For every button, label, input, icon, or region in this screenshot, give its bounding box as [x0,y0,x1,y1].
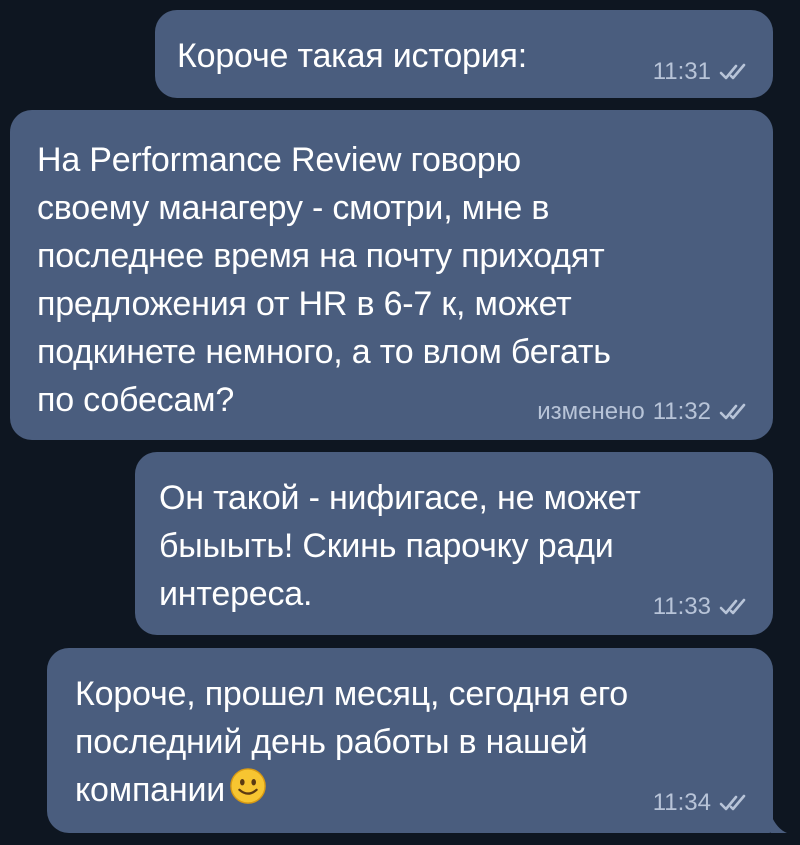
slightly-smiling-face-emoji [230,768,266,804]
message-meta: 11:33 [653,593,751,621]
message-time: 11:34 [652,789,711,816]
message-bubble[interactable]: Он такой - нифигасе, не может быыыть! Ск… [135,452,773,635]
double-check-icon [719,598,746,615]
double-check-icon [719,63,746,80]
chat-view: Короче такая история: 11:31 На Performan… [0,0,800,845]
message-meta: 11:31 [653,58,751,86]
message-bubble[interactable]: Короче такая история: 11:31 [155,10,773,98]
message-time: 11:33 [652,593,711,620]
double-check-icon [719,403,746,420]
double-check-icon [719,794,746,811]
message-text: Он такой - нифигасе, не может быыыть! Ск… [159,479,641,613]
edited-label: изменено [537,398,645,425]
bubble-tail [771,815,787,833]
message-meta: 11:34 [653,789,751,817]
message-time: 11:31 [652,58,711,85]
message-text: Короче, прошел месяц, сегодня его послед… [75,670,628,814]
message-text-body: Короче, прошел месяц, сегодня его послед… [75,675,629,809]
message-meta: изменено 11:32 [537,398,751,426]
message-text: На Performance Review говорю своему мана… [37,141,611,419]
message-bubble[interactable]: На Performance Review говорю своему мана… [10,110,773,440]
message-time: 11:32 [652,398,711,425]
message-bubble[interactable]: Короче, прошел месяц, сегодня его послед… [47,648,773,833]
message-text: Короче такая история: [177,37,527,75]
